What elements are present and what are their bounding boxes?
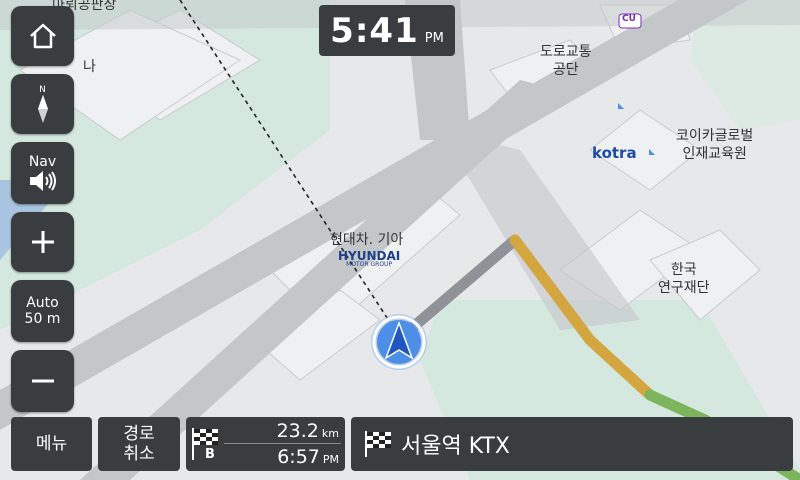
map-label-na: 나 [83,59,96,75]
zoom-out-button[interactable] [11,350,74,412]
destination-bar[interactable]: 서울역 KTX [351,417,793,471]
clock-display: 5:41 PM [319,5,455,56]
route-info-panel[interactable]: B 23.2 km 6:57 PM [186,417,345,471]
distance-value: 23.2 [276,420,319,442]
cancel-route-label-1: 경로 [123,423,155,444]
clock-ampm: PM [424,31,444,46]
eta-row: 6:57 PM [277,446,339,468]
menu-button[interactable]: 메뉴 [11,417,92,471]
compass-button[interactable]: N [11,74,74,134]
zoom-scale-button[interactable]: Auto 50 m [11,280,74,342]
home-icon [29,23,56,49]
eta-ampm: PM [322,453,339,466]
north-label: N [39,84,46,95]
distance-row: 23.2 km [277,420,339,442]
menu-label: 메뉴 [35,433,68,454]
nav-label: Nav [28,153,57,170]
clock-time: 5:41 [330,11,419,51]
distance-unit: km [321,427,339,440]
cu-store-label: CU [622,14,636,24]
zoom-scale-label: 50 m [24,311,61,327]
plus-icon [31,231,54,253]
zoom-in-button[interactable] [11,212,74,272]
eta-time: 6:57 [277,446,320,468]
map-label-road-corp: 도로교통 공단 [540,44,592,78]
home-button[interactable] [11,6,74,66]
zoom-mode-label: Auto [26,294,59,311]
compass-needle-icon [37,95,48,124]
map-label-hyundai: 현대차. 기아 [330,232,404,248]
kotra-logo: kotra [592,144,637,162]
vehicle-position-marker [371,314,427,370]
waypoint-badge: B [203,447,217,462]
map-label-krf: 한국 연구재단 [658,262,710,296]
cancel-route-label-2: 취소 [123,444,155,464]
nav-volume-button[interactable]: Nav [11,142,74,204]
minus-icon [31,379,54,383]
checkered-flag-icon [365,431,391,457]
hyundai-logo: HYUNDAI MOTOR GROUP [338,249,401,268]
eta-divider [224,443,341,444]
cancel-route-button[interactable]: 경로 취소 [98,417,180,471]
destination-name: 서울역 KTX [401,434,510,459]
speaker-icon [29,171,56,192]
map-label-koica: 코이카글로벌 인재교육원 [676,128,754,162]
